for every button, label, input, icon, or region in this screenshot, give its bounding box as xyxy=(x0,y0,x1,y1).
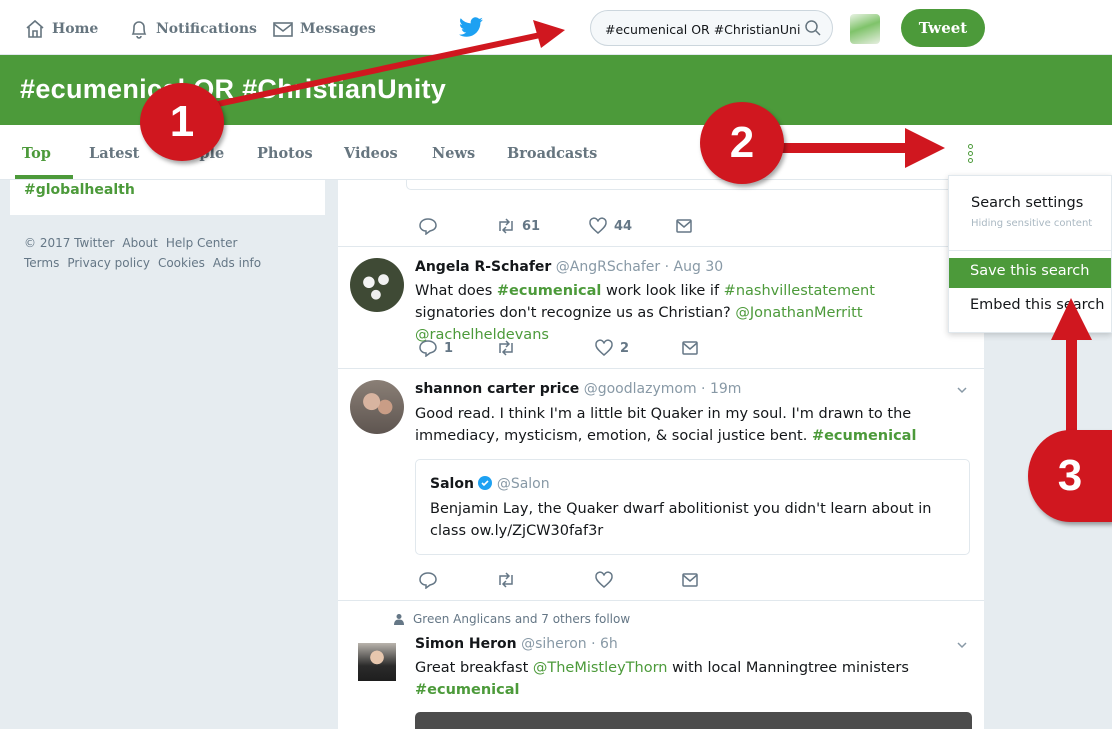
arrow-2-shaft xyxy=(775,143,910,153)
arrow-2-head xyxy=(905,128,945,168)
callout-badge-2: 2 xyxy=(700,102,784,184)
callout-badge-1: 1 xyxy=(140,83,224,161)
callout-badge-3: 3 xyxy=(1028,430,1112,522)
arrow-1-shaft xyxy=(189,31,546,113)
arrow-3-head xyxy=(1051,298,1092,340)
arrow-1-head xyxy=(533,20,565,48)
